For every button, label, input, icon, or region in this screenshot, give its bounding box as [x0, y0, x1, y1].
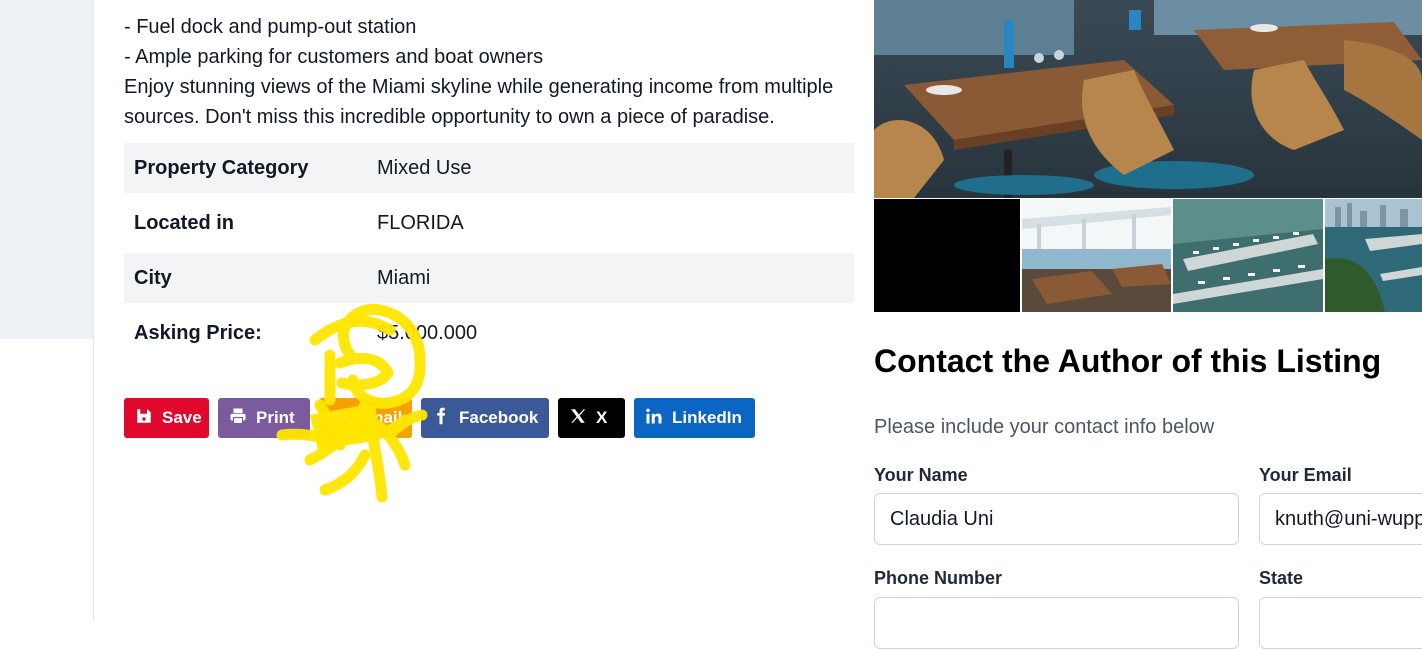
facebook-icon [432, 407, 450, 430]
x-share-button[interactable]: X [558, 398, 625, 438]
envelope-icon [330, 407, 348, 430]
save-label: Save [162, 408, 202, 427]
facebook-share-button[interactable]: Facebook [421, 398, 549, 438]
marina-skyline-thumb[interactable] [1325, 199, 1422, 312]
thumbnail-blank[interactable] [874, 199, 1020, 312]
email-button[interactable]: Email [319, 398, 412, 438]
table-row: Located in FLORIDA [124, 193, 854, 253]
print-button[interactable]: Print [218, 398, 310, 438]
property-value: Mixed Use [367, 143, 854, 193]
share-buttons: Save Print Email Facebook X LinkedIn [124, 398, 755, 438]
contact-subtitle: Please include your contact info below [874, 416, 1215, 438]
x-logo-icon [569, 407, 587, 430]
email-label: Your Email [1259, 465, 1352, 485]
restaurant-thumb[interactable] [1022, 199, 1171, 312]
email-label: Email [357, 408, 403, 427]
state-label: State [1259, 568, 1304, 588]
listing-description: - Fuel dock and pump-out station - Ample… [124, 0, 854, 132]
marina-aerial-thumb[interactable] [1173, 199, 1323, 312]
restaurant-photo[interactable] [874, 0, 1422, 198]
property-value: FLORIDA [377, 211, 464, 234]
property-key: Located in [134, 211, 235, 234]
phone-field[interactable] [874, 597, 1239, 649]
phone-label: Phone Number [874, 568, 1003, 588]
description-line: - Fuel dock and pump-out station [124, 16, 417, 38]
state-field[interactable] [1259, 597, 1422, 649]
email-field[interactable] [1259, 493, 1422, 545]
description-line-cut [124, 0, 854, 8]
description-line: sources. Don't miss this incredible oppo… [124, 106, 775, 128]
floppy-disk-icon [135, 407, 153, 430]
x-label: X [596, 408, 608, 427]
description-line: Enjoy stunning views of the Miami skylin… [124, 76, 834, 98]
left-gutter [0, 0, 93, 339]
linkedin-label: LinkedIn [672, 408, 742, 427]
linkedin-icon [645, 407, 663, 430]
property-key: City [124, 253, 367, 303]
property-key: Property Category [124, 143, 367, 193]
table-row: City Miami [124, 253, 854, 303]
name-field[interactable] [874, 493, 1239, 545]
gallery-thumbnails [874, 199, 1422, 312]
left-divider [93, 0, 94, 622]
property-value: $5.000.000 [377, 321, 478, 344]
table-row: Property Category Mixed Use [124, 143, 854, 193]
property-details-table: Property Category Mixed Use Located in F… [124, 143, 854, 363]
name-label: Your Name [874, 465, 968, 485]
contact-title: Contact the Author of this Listing [874, 343, 1382, 379]
property-value: Miami [367, 253, 854, 303]
save-button[interactable]: Save [124, 398, 209, 438]
property-key: Asking Price: [134, 321, 262, 344]
table-row: Asking Price: $5.000.000 [124, 303, 854, 363]
linkedin-share-button[interactable]: LinkedIn [634, 398, 755, 438]
facebook-label: Facebook [459, 408, 539, 427]
printer-icon [229, 407, 247, 430]
description-line: - Ample parking for customers and boat o… [124, 46, 544, 68]
print-label: Print [256, 408, 295, 427]
